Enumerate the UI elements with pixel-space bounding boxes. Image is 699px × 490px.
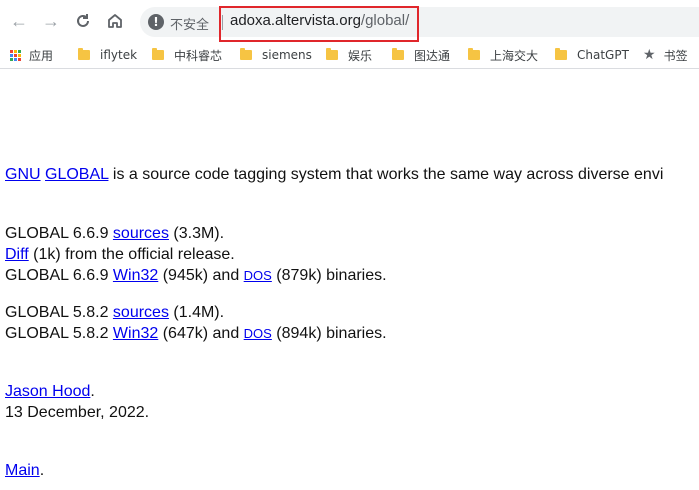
bookmark-label: 图达通 [414,48,451,63]
reload-glyph [77,14,89,27]
folder-icon [555,48,567,60]
gnu-link[interactable]: GNU [5,166,41,183]
release-669-sources: GLOBAL 6.6.9 sources (3.3M). [5,225,224,243]
release-669-diff: Diff (1k) from the official release. [5,246,235,264]
url-host: adoxa.altervista.org [230,12,361,29]
bookmark-siemens[interactable]: siemens [240,46,312,64]
bookmark-zhongke[interactable]: 中科睿芯 [152,46,222,64]
bookmark-apps[interactable]: 应用 [10,46,53,64]
main-link[interactable]: Main [5,462,40,479]
win32-582-link[interactable]: Win32 [113,325,158,342]
url-text[interactable]: adoxa.altervista.org/global/ [230,12,409,29]
folder-icon [78,48,90,60]
size-text: (879k) binaries. [271,267,387,284]
size-text: (647k) and [158,325,244,342]
folder-icon [392,48,404,60]
bookmark-label: siemens [262,48,312,62]
back-arrow-icon[interactable]: ← [8,10,30,32]
sources-669-link[interactable]: sources [113,225,169,242]
release-text: GLOBAL 6.6.9 [5,225,113,242]
folder-icon [152,48,164,60]
release-text: GLOBAL 5.8.2 [5,304,113,321]
intro-text: is a source code tagging system that wor… [108,166,664,183]
warning-icon[interactable]: ! [148,14,164,30]
reload-icon[interactable] [72,10,94,32]
bookmark-label: 娱乐 [348,48,373,63]
intro-paragraph: GNU GLOBAL is a source code tagging syst… [5,166,663,184]
size-text: (3.3M). [168,225,225,242]
size-text: (1.4M). [168,304,225,321]
bookmark-tudatong[interactable]: 图达通 [392,46,450,64]
folder-icon [326,48,338,60]
diff-text: (1k) from the official release. [28,246,235,263]
dos-669-link[interactable]: DOS [244,268,272,283]
bookmark-label: ChatGPT [577,48,629,62]
bookmark-label: iflytek [100,48,138,62]
release-582-sources: GLOBAL 5.8.2 sources (1.4M). [5,304,224,322]
apps-grid-icon [10,49,21,61]
dos-582-link[interactable]: DOS [244,326,272,341]
url-path: /global/ [360,12,410,29]
bookmark-label: 应用 [29,48,54,63]
date-line: 13 December, 2022. [5,404,150,421]
folder-icon [240,48,252,60]
size-text: (945k) and [158,267,244,284]
forward-arrow-icon[interactable]: → [40,10,62,32]
browser-toolbar: ← → ! 不安全 adoxa.altervista.org/global/ [0,0,699,43]
release-582-binaries: GLOBAL 5.8.2 Win32 (647k) and DOS (894k)… [5,325,387,343]
footer-line: Main. [5,462,44,480]
diff-link[interactable]: Diff [5,246,29,263]
bookmark-sjtu[interactable]: 上海交大 [468,46,538,64]
period: . [90,383,95,400]
bookmark-chatgpt[interactable]: ChatGPT [555,46,629,64]
author-link[interactable]: Jason Hood [5,383,90,400]
folder-icon [468,48,480,60]
bookmark-yule[interactable]: 娱乐 [326,46,372,64]
bookmark-label: 上海交大 [490,48,539,63]
home-glyph [108,14,122,28]
security-status[interactable]: 不安全 [170,14,209,33]
bookmark-shuqian[interactable]: ★ 书签 [643,46,688,64]
divider [222,15,223,30]
release-text: GLOBAL 6.6.9 [5,267,113,284]
star-icon: ★ [643,47,656,63]
bookmark-iflytek[interactable]: iflytek [78,46,137,64]
release-669-binaries: GLOBAL 6.6.9 Win32 (945k) and DOS (879k)… [5,267,387,285]
global-link[interactable]: GLOBAL [45,166,108,183]
win32-669-link[interactable]: Win32 [113,267,158,284]
bookmarks-bar: 应用 iflytek 中科睿芯 siemens 娱乐 图达通 上海交大 Chat… [0,42,699,69]
size-text: (894k) binaries. [271,325,387,342]
release-text: GLOBAL 5.8.2 [5,325,113,342]
bookmark-label: 书签 [663,48,688,63]
home-icon[interactable] [104,10,126,32]
sources-582-link[interactable]: sources [113,304,169,321]
address-bar[interactable]: ! 不安全 adoxa.altervista.org/global/ [140,7,699,37]
author-line: Jason Hood. [5,383,95,401]
period: . [39,462,45,479]
bookmark-label: 中科睿芯 [174,48,223,63]
